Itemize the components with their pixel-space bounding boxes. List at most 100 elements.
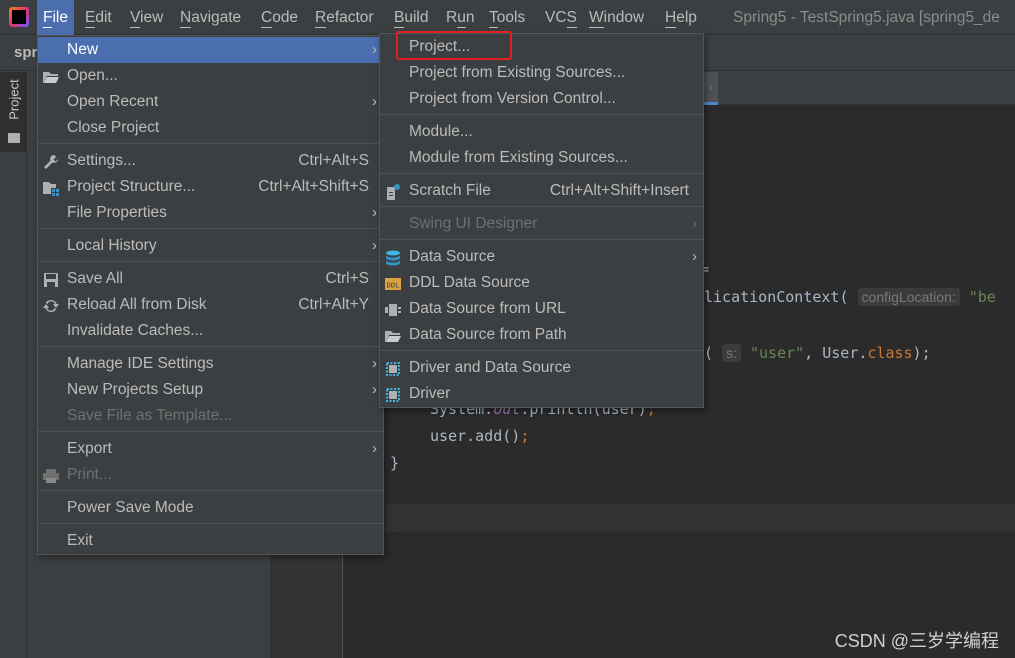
- current-line-highlight: [343, 504, 1015, 532]
- menu-file[interactable]: File: [37, 0, 74, 35]
- chevron-right-icon: ›: [692, 248, 697, 265]
- menu-label: VCS: [545, 9, 577, 26]
- menu-build[interactable]: Build: [388, 0, 434, 35]
- menu-item-open-recent[interactable]: Open Recent ›: [38, 89, 383, 115]
- svg-text:DDL: DDL: [387, 282, 400, 290]
- menu-item-close-project[interactable]: Close Project: [38, 115, 383, 141]
- menu-item-reload-all-from-disk[interactable]: Reload All from Disk Ctrl+Alt+Y: [38, 292, 383, 318]
- menu-item-data-source[interactable]: Data Source ›: [380, 244, 703, 270]
- mnemonic-underline: [315, 27, 327, 28]
- menu-item-ddl-data-source[interactable]: DDL DDL Data Source: [380, 270, 703, 296]
- menu-refactor[interactable]: Refactor: [309, 0, 380, 35]
- menu-item-save-all[interactable]: Save All Ctrl+S: [38, 266, 383, 292]
- menu-item-label: Save File as Template...: [67, 407, 233, 424]
- url-datasource-icon: [384, 301, 402, 317]
- ddl-icon: DDL: [384, 275, 402, 291]
- menu-item-label: Driver and Data Source: [409, 359, 571, 376]
- menu-item-driver-and-data-source[interactable]: Driver and Data Source: [380, 355, 703, 381]
- menu-item-project-structure[interactable]: Project Structure... Ctrl+Alt+Shift+S: [38, 174, 383, 200]
- menu-item-driver[interactable]: Driver: [380, 381, 703, 407]
- menu-item-scratch-file[interactable]: Scratch File Ctrl+Alt+Shift+Insert: [380, 178, 703, 204]
- menu-item-label: Close Project: [67, 119, 160, 136]
- chevron-right-icon: ›: [692, 215, 697, 232]
- tool-window-strip: [0, 71, 27, 658]
- menu-item-invalidate-caches[interactable]: Invalidate Caches...: [38, 318, 383, 344]
- menu-item-open[interactable]: Open...: [38, 63, 383, 89]
- menu-item-label: Project Structure...: [67, 178, 196, 195]
- menu-item-label: Data Source: [409, 248, 496, 265]
- project-tab-label[interactable]: Project: [7, 72, 22, 128]
- menu-item-label: New: [67, 41, 99, 58]
- menu-vcs[interactable]: VCS: [539, 0, 583, 35]
- menu-item-label: Module from Existing Sources...: [409, 149, 628, 166]
- editor-tab[interactable]: ‹: [704, 72, 718, 105]
- menu-label: Window: [589, 9, 645, 26]
- driver-icon: [384, 386, 402, 402]
- menu-tools[interactable]: Tools: [483, 0, 531, 35]
- intellij-logo-icon[interactable]: [9, 7, 29, 27]
- menu-item-label: Data Source from URL: [409, 300, 566, 317]
- shortcut: Ctrl+S: [325, 270, 370, 287]
- mnemonic-underline: [43, 27, 53, 28]
- menu-item-data-source-from-path[interactable]: Data Source from Path: [380, 322, 703, 348]
- mnemonic-underline: [566, 27, 577, 28]
- chevron-right-icon: ›: [372, 237, 377, 254]
- menu-item-label: Manage IDE Settings: [67, 355, 214, 372]
- chevron-right-icon: ›: [372, 204, 377, 221]
- menu-item-label: Invalidate Caches...: [67, 322, 204, 339]
- mnemonic-underline: [85, 27, 96, 28]
- mnemonic-underline: [394, 27, 405, 28]
- menu-item-exit[interactable]: Exit: [38, 528, 383, 554]
- menu-navigate[interactable]: Navigate: [174, 0, 247, 35]
- menu-item-export[interactable]: Export ›: [38, 436, 383, 462]
- code-line: }: [390, 454, 400, 472]
- watermark: CSDN @三岁学编程: [834, 631, 999, 651]
- menu-item-file-properties[interactable]: File Properties ›: [38, 200, 383, 226]
- param-hint: configLocation:: [857, 288, 960, 306]
- menu-item-module[interactable]: Module...: [380, 119, 703, 145]
- menu-label: Build: [394, 9, 429, 26]
- menu-label: Edit: [85, 9, 112, 26]
- shortcut: Ctrl+Alt+Shift+S: [258, 178, 369, 195]
- menu-run[interactable]: Run: [440, 0, 480, 35]
- menu-item-label: File Properties: [67, 204, 167, 221]
- menu-item-new[interactable]: New ›: [38, 37, 383, 63]
- menu-item-label: DDL Data Source: [409, 274, 530, 291]
- menu-item-data-source-from-url[interactable]: Data Source from URL: [380, 296, 703, 322]
- menu-item-label: Swing UI Designer: [409, 215, 538, 232]
- menu-item-label: Driver: [409, 385, 451, 402]
- menu-item-new-projects-setup[interactable]: New Projects Setup ›: [38, 377, 383, 403]
- mnemonic-underline: [665, 27, 677, 28]
- mnemonic-underline: [457, 27, 466, 28]
- menu-item-project-from-version-control[interactable]: Project from Version Control...: [380, 86, 703, 112]
- menu-label: View: [130, 9, 164, 26]
- menu-item-project-from-existing-sources[interactable]: Project from Existing Sources...: [380, 60, 703, 86]
- menu-item-local-history[interactable]: Local History ›: [38, 233, 383, 259]
- menu-label: Navigate: [180, 9, 242, 26]
- folder-icon: [8, 133, 20, 143]
- highlight-box: [396, 31, 512, 60]
- menu-item-label: Project from Existing Sources...: [409, 64, 626, 81]
- chevron-right-icon: ›: [372, 355, 377, 372]
- menu-item-module-from-existing-sources[interactable]: Module from Existing Sources...: [380, 145, 703, 171]
- menu-help[interactable]: Help: [659, 0, 703, 35]
- folder-open-icon: [42, 68, 60, 84]
- menu-view[interactable]: View: [124, 0, 169, 35]
- scratch-file-icon: [384, 183, 402, 200]
- menu-item-label: Reload All from Disk: [67, 296, 207, 313]
- code-line: user.add();: [430, 427, 530, 445]
- menu-item-settings[interactable]: Settings... Ctrl+Alt+S: [38, 148, 383, 174]
- menu-item-manage-ide-settings[interactable]: Manage IDE Settings ›: [38, 351, 383, 377]
- menu-edit[interactable]: Edit: [79, 0, 118, 35]
- menu-item-label: Project from Version Control...: [409, 90, 616, 107]
- driver-icon: [384, 360, 402, 376]
- menu-window[interactable]: Window: [583, 0, 650, 35]
- menu-item-label: Settings...: [67, 152, 136, 169]
- menu-code[interactable]: Code: [255, 0, 304, 35]
- breadcrumb[interactable]: spr: [14, 44, 37, 61]
- chevron-right-icon: ›: [372, 440, 377, 457]
- menu-item-print: Print...: [38, 462, 383, 488]
- menu-label: Code: [261, 9, 299, 26]
- menu-item-power-save-mode[interactable]: Power Save Mode: [38, 495, 383, 521]
- mnemonic-underline: [589, 27, 604, 28]
